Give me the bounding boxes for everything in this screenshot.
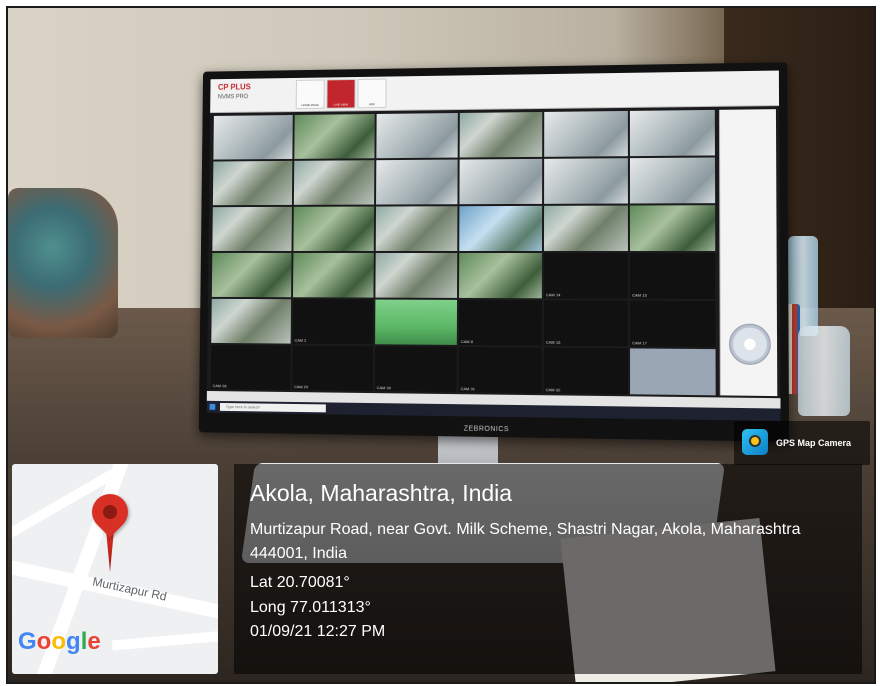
gps-camera-badge: GPS Map Camera (734, 421, 870, 465)
camera-tile[interactable]: CAM 8 (458, 299, 542, 346)
gps-badge-label: GPS Map Camera (776, 438, 852, 448)
toolbar-button-2[interactable]: ADD (357, 78, 387, 109)
camera-label: CAM 30 (376, 385, 391, 391)
camera-tile[interactable] (629, 205, 716, 251)
camera-label: CAM 15 (632, 292, 647, 298)
toolbar-button-label: ADD (368, 102, 375, 107)
monitor-screen: CP PLUS NVMS PRO HOME PAGE LIVE VIEW ADD C… (206, 70, 781, 421)
camera-tile[interactable]: CAM 16 (543, 300, 628, 347)
google-logo: Google (18, 628, 101, 655)
camera-tile[interactable] (459, 158, 543, 205)
camera-tile[interactable] (459, 111, 543, 158)
app-toolbar: CP PLUS NVMS PRO HOME PAGE LIVE VIEW ADD (210, 70, 780, 114)
camera-label: CAM 16 (545, 339, 561, 345)
camera-tile[interactable] (544, 110, 628, 157)
camera-tile[interactable] (629, 109, 715, 157)
camera-tile[interactable] (212, 206, 292, 251)
camera-tile[interactable]: CAM 14 (543, 253, 628, 299)
toolbar-button-0[interactable]: HOME PAGE (295, 79, 325, 110)
app-name: NVMS PRO (217, 94, 249, 101)
timestamp: 01/09/21 12:27 PM (250, 623, 386, 640)
camera-tile[interactable]: CAM 29 (292, 345, 374, 392)
fabric (8, 188, 118, 338)
brand-logo: CP PLUS (217, 82, 251, 92)
camera-tile[interactable]: CAM 28 (210, 344, 291, 391)
address-text: Murtizapur Road, near Govt. Milk Scheme,… (250, 521, 801, 562)
camera-tile[interactable] (459, 205, 543, 251)
monitor: CP PLUS NVMS PRO HOME PAGE LIVE VIEW ADD C… (198, 62, 790, 442)
longitude: Long 77.011313° (250, 599, 371, 616)
camera-tile[interactable]: CAM 31 (458, 346, 542, 394)
location-overlay: Murtizapur Rd Google Akola, Maharashtra,… (8, 460, 874, 682)
camera-tile[interactable] (459, 252, 542, 299)
camera-grid: CAM 14 CAM 15 CAM 2 CAM 8 CAM 16 CAM 17 CAM 28… (210, 109, 716, 396)
place-title: Akola, Maharashtra, India (250, 480, 513, 506)
map-thumbnail: Murtizapur Rd Google (12, 464, 218, 674)
camera-label: CAM 28 (212, 383, 227, 389)
windows-start-icon[interactable] (209, 403, 216, 410)
camera-tile[interactable] (292, 252, 374, 298)
camera-tile[interactable]: CAM 32 (543, 347, 629, 395)
ptz-control-icon[interactable] (728, 323, 771, 366)
camera-tile[interactable] (375, 252, 458, 298)
camera-tile[interactable] (630, 348, 716, 396)
device-panel (718, 109, 778, 397)
camera-tile[interactable] (629, 157, 716, 204)
camera-tile[interactable] (543, 205, 628, 251)
camera-tile[interactable] (211, 252, 292, 298)
gps-camera-icon (742, 429, 768, 455)
camera-tile[interactable] (212, 160, 293, 206)
camera-tile[interactable]: CAM 15 (629, 253, 716, 299)
taskbar-search[interactable]: Type here to search (219, 402, 326, 413)
camera-tile[interactable] (376, 113, 458, 159)
camera-tile[interactable] (376, 159, 458, 205)
camera-tile[interactable]: CAM 17 (630, 300, 716, 348)
camera-tile[interactable]: CAM 30 (374, 346, 457, 393)
camera-label: CAM 17 (632, 340, 647, 346)
toolbar-button-label: HOME PAGE (301, 102, 319, 108)
camera-tile[interactable]: CAM 2 (292, 299, 374, 345)
camera-label: CAM 2 (294, 337, 307, 343)
camera-tile[interactable] (375, 299, 458, 345)
water-bottle-2 (798, 326, 850, 416)
toolbar-button-label: LIVE VIEW (333, 102, 349, 107)
camera-label: CAM 14 (545, 292, 561, 298)
camera-label: CAM 31 (460, 386, 475, 392)
camera-label: CAM 32 (545, 387, 561, 393)
camera-tile[interactable] (294, 114, 375, 159)
location-details: Akola, Maharashtra, India Murtizapur Roa… (234, 464, 862, 674)
camera-label: CAM 8 (460, 338, 473, 345)
camera-label: CAM 29 (294, 384, 309, 390)
camera-tile[interactable] (544, 158, 628, 204)
toolbar-button-1[interactable]: LIVE VIEW (326, 78, 356, 109)
camera-tile[interactable] (293, 160, 375, 205)
camera-tile[interactable] (211, 298, 292, 344)
camera-tile[interactable] (293, 206, 375, 251)
camera-tile[interactable] (375, 206, 458, 251)
latitude: Lat 20.70081° (250, 574, 350, 591)
photo-frame: CP PLUS NVMS PRO HOME PAGE LIVE VIEW ADD C… (6, 6, 876, 684)
camera-tile[interactable] (213, 115, 293, 160)
